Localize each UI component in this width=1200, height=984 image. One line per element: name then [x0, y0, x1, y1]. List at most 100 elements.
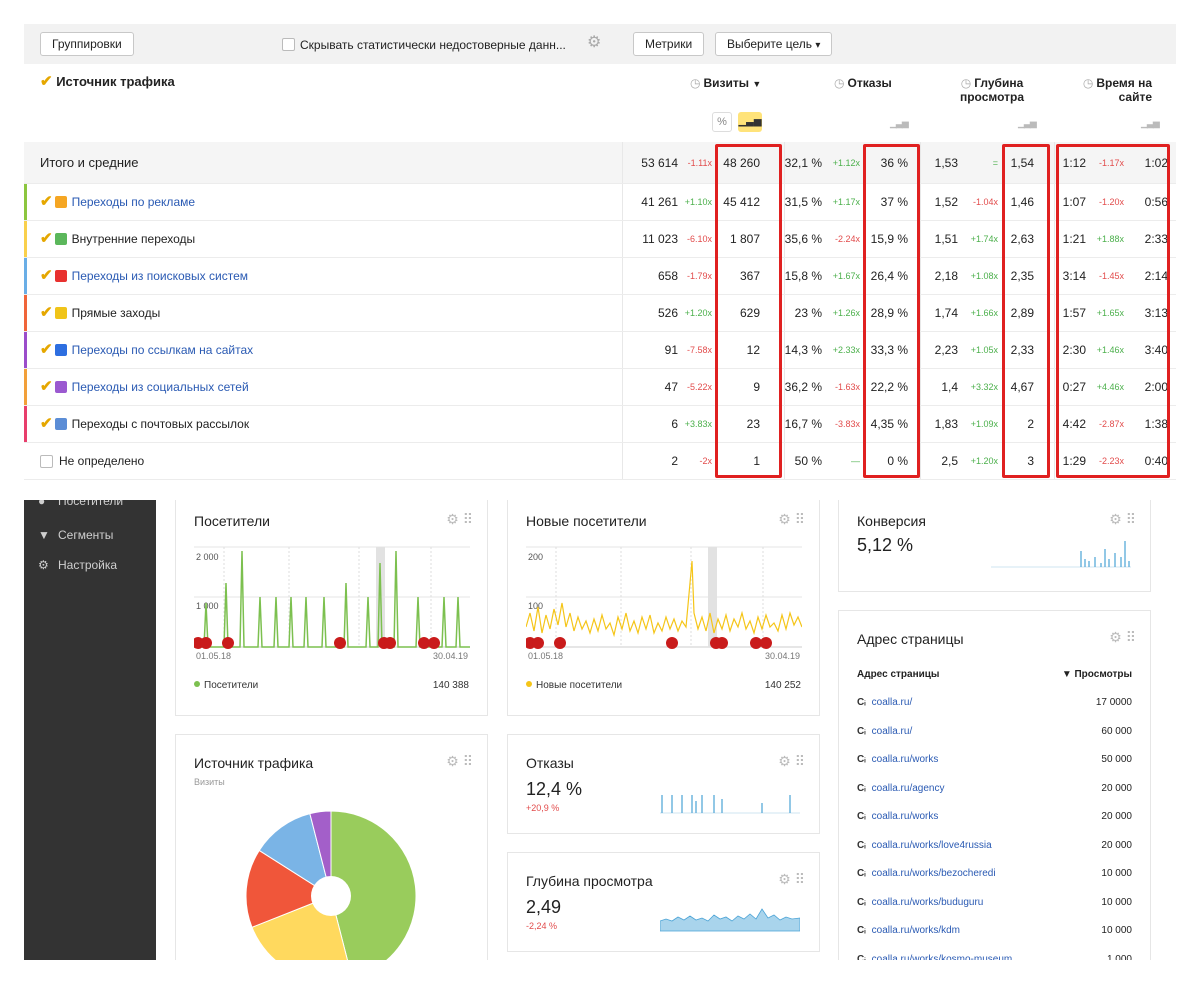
external-link-icon[interactable]: Cᵢ [857, 897, 866, 908]
table-row[interactable]: ✔ Переходы по ссылкам на сайтах 91 -7.58x 12… [24, 332, 1176, 369]
table-row[interactable]: ✔ Переходы из поисковых систем 658 -1.79x 36… [24, 258, 1176, 295]
page-url-cell[interactable]: Cᵢ coalla.ru/works/kosmo-museum [857, 954, 1012, 961]
groupings-button[interactable]: Группировки [40, 32, 134, 56]
page-url-cell[interactable]: Cᵢ coalla.ru/works/bezocheredi [857, 868, 996, 879]
table-row[interactable]: ✔ Внутренние переходы 11 023 -6.10x 1 807 35,… [24, 221, 1176, 258]
row-name-link[interactable]: Переходы по ссылкам на сайтах [72, 343, 254, 357]
page-url-link[interactable]: coalla.ru/ [872, 697, 913, 708]
external-link-icon[interactable]: Cᵢ [857, 754, 866, 765]
drag-handle-icon[interactable]: ⠿ [463, 511, 473, 527]
views-column-header[interactable]: ▼ Просмотры [1062, 669, 1132, 680]
check-icon[interactable]: ✔ [40, 304, 53, 321]
bounces-column-header[interactable]: ◷ Отказы [834, 76, 914, 90]
page-url-link[interactable]: coalla.ru/agency [872, 783, 945, 794]
external-link-icon[interactable]: Cᵢ [857, 954, 866, 961]
widget-tools[interactable]: ⚙ ⠿ [778, 511, 805, 528]
metrics-button[interactable]: Метрики [633, 32, 705, 56]
check-icon[interactable]: ✔ [40, 267, 53, 284]
bar-chart-icon[interactable]: ▁▃▅ [1141, 118, 1160, 129]
page-url-cell[interactable]: Cᵢ coalla.ru/works/buduguru [857, 897, 983, 908]
page-row[interactable]: Cᵢ coalla.ru/works 50 000 [857, 748, 1132, 776]
page-row[interactable]: Cᵢ coalla.ru/works/bezocheredi 10 000 [857, 862, 1132, 890]
external-link-icon[interactable]: Cᵢ [857, 868, 866, 879]
page-url-link[interactable]: coalla.ru/works [872, 754, 939, 765]
table-row[interactable]: ✔ Прямые заходы 526 +1.20x 629 23 % +1.26x 28,9… [24, 295, 1176, 332]
page-url-cell[interactable]: Cᵢ coalla.ru/agency [857, 783, 944, 794]
external-link-icon[interactable]: Cᵢ [857, 840, 866, 851]
gear-icon[interactable]: ⚙ [1109, 629, 1122, 645]
drag-handle-icon[interactable]: ⠿ [795, 871, 805, 887]
drag-handle-icon[interactable]: ⠿ [795, 511, 805, 527]
hide-unreliable-checkbox[interactable]: Скрывать статистически недостоверные дан… [282, 37, 566, 52]
row-name-link[interactable]: Переходы из социальных сетей [72, 380, 249, 394]
bar-chart-icon[interactable]: ▁▃▅ [738, 112, 762, 132]
percent-toggle[interactable]: % [712, 112, 732, 132]
widget-tools[interactable]: ⚙ ⠿ [778, 871, 805, 888]
url-column-header[interactable]: Адрес страницы [857, 669, 939, 680]
widget-tools[interactable]: ⚙ ⠿ [446, 511, 473, 528]
page-url-cell[interactable]: Cᵢ coalla.ru/works/kdm [857, 925, 960, 936]
depth-column-header[interactable]: ◷ Глубина просмотра [952, 76, 1032, 104]
table-total-row[interactable]: Итого и средние 53 614 -1.11x 48 260 32,1 % +… [24, 142, 1176, 184]
row-name-link[interactable]: Переходы по рекламе [72, 195, 195, 209]
widget-tools[interactable]: ⚙ ⠿ [1109, 511, 1136, 528]
gear-icon[interactable]: ⚙ [446, 753, 459, 769]
page-row[interactable]: Cᵢ coalla.ru/agency 20 000 [857, 777, 1132, 805]
page-url-link[interactable]: coalla.ru/works/buduguru [872, 897, 984, 908]
page-url-link[interactable]: coalla.ru/works/bezocheredi [872, 868, 996, 879]
external-link-icon[interactable]: Cᵢ [857, 811, 866, 822]
external-link-icon[interactable]: Cᵢ [857, 697, 866, 708]
page-url-cell[interactable]: Cᵢ coalla.ru/works [857, 811, 938, 822]
gear-icon[interactable]: ⚙ [778, 871, 791, 887]
widget-tools[interactable]: ⚙ ⠿ [778, 753, 805, 770]
page-url-link[interactable]: coalla.ru/works [872, 811, 939, 822]
row-name-link[interactable]: Переходы из поисковых систем [72, 269, 248, 283]
goal-select[interactable]: Выберите цель ▾ [715, 32, 833, 56]
page-row[interactable]: Cᵢ coalla.ru/60 000 [857, 720, 1132, 748]
sidebar-item-visitors[interactable]: ● Посетители [38, 500, 123, 508]
gear-icon[interactable]: ⚙ [587, 32, 601, 52]
page-url-cell[interactable]: Cᵢ coalla.ru/works/love4russia [857, 840, 992, 851]
page-url-link[interactable]: coalla.ru/ [872, 726, 913, 737]
table-row[interactable]: ✔ Переходы с почтовых рассылок 6 +3.83x 23 16… [24, 406, 1176, 443]
page-url-link[interactable]: coalla.ru/works/kdm [872, 925, 960, 936]
drag-handle-icon[interactable]: ⠿ [795, 753, 805, 769]
check-icon[interactable]: ✔ [40, 193, 53, 210]
bar-chart-icon[interactable]: ▁▃▅ [1018, 118, 1037, 129]
sidebar-item-segments[interactable]: ▼ Сегменты [38, 528, 113, 542]
check-icon[interactable]: ✔ [40, 230, 53, 247]
page-row[interactable]: Cᵢ coalla.ru/works 20 000 [857, 805, 1132, 833]
external-link-icon[interactable]: Cᵢ [857, 925, 866, 936]
page-row[interactable]: Cᵢ coalla.ru/works/buduguru 10 000 [857, 891, 1132, 919]
row-checkbox[interactable] [40, 455, 53, 469]
gear-icon[interactable]: ⚙ [778, 753, 791, 769]
drag-handle-icon[interactable]: ⠿ [463, 753, 473, 769]
check-icon[interactable]: ✔ [40, 415, 53, 432]
page-row[interactable]: Cᵢ coalla.ru/works/kdm 10 000 [857, 919, 1132, 947]
table-row[interactable]: ✔ Переходы по рекламе 41 261 +1.10x 45 412 31… [24, 184, 1176, 221]
drag-handle-icon[interactable]: ⠿ [1126, 629, 1136, 645]
table-row[interactable]: Не определено 2 -2x 1 50 % — 0 % 2,5 +1.20x 3 1:29… [24, 443, 1176, 480]
page-url-cell[interactable]: Cᵢ coalla.ru/ [857, 726, 912, 737]
external-link-icon[interactable]: Cᵢ [857, 726, 866, 737]
check-icon[interactable]: ✔ [40, 378, 53, 395]
visits-column-header[interactable]: ◷ Визиты ▼ [690, 76, 780, 91]
table-row[interactable]: ✔ Переходы из социальных сетей 47 -5.22x 9 36… [24, 369, 1176, 406]
widget-tools[interactable]: ⚙ ⠿ [446, 753, 473, 770]
page-url-cell[interactable]: Cᵢ coalla.ru/works [857, 754, 938, 765]
external-link-icon[interactable]: Cᵢ [857, 783, 866, 794]
sidebar-item-settings[interactable]: ⚙ Настройка [38, 558, 117, 572]
time-column-header[interactable]: ◷ Время на сайте [1068, 76, 1152, 104]
gear-icon[interactable]: ⚙ [446, 511, 459, 527]
page-url-cell[interactable]: Cᵢ coalla.ru/ [857, 697, 912, 708]
page-url-link[interactable]: coalla.ru/works/love4russia [872, 840, 992, 851]
checkbox-box[interactable] [282, 38, 295, 52]
gear-icon[interactable]: ⚙ [1109, 511, 1122, 527]
page-row[interactable]: Cᵢ coalla.ru/works/love4russia 20 000 [857, 834, 1132, 862]
page-row[interactable]: Cᵢ coalla.ru/17 0000 [857, 691, 1132, 719]
bar-chart-icon[interactable]: ▁▃▅ [890, 118, 909, 129]
page-url-link[interactable]: coalla.ru/works/kosmo-museum [872, 954, 1013, 961]
widget-tools[interactable]: ⚙ ⠿ [1109, 629, 1136, 646]
gear-icon[interactable]: ⚙ [778, 511, 791, 527]
check-icon[interactable]: ✔ [40, 341, 53, 358]
